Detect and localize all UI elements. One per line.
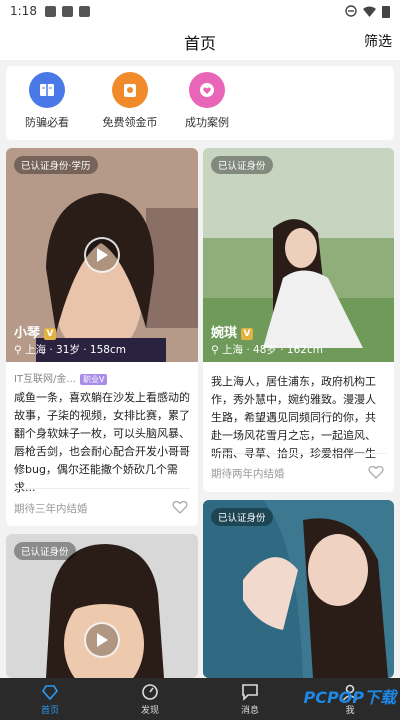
font-notification-icon (78, 5, 90, 17)
like-heart-icon[interactable] (172, 500, 188, 514)
heart-diamond-icon (42, 684, 58, 700)
marriage-expectation: 期待两年内结婚 (211, 468, 285, 480)
play-icon (97, 633, 108, 647)
profile-photo (203, 500, 394, 678)
like-heart-icon[interactable] (368, 465, 384, 479)
wifi-icon (363, 6, 376, 17)
play-video-button[interactable] (84, 622, 120, 658)
heart-bubble-icon (189, 72, 225, 108)
battery-icon (382, 5, 390, 18)
verified-badge: 已认证身份 (14, 542, 76, 560)
divider (14, 488, 190, 489)
quick-links-panel: 防骗必看 免费领金币 成功案例 (6, 66, 394, 140)
tab-label: 首页 (40, 705, 59, 716)
verified-badge: 已认证身份 (211, 156, 273, 174)
quick-link-anti-fraud[interactable]: 防骗必看 (2, 72, 92, 130)
play-icon (97, 248, 108, 262)
verified-badge: 已认证身份 (211, 508, 273, 526)
status-bar: 1:18 (0, 0, 400, 22)
profile-card[interactable]: 已认证身份·学历 小琴 V ⚲ 上海 · 31岁 · 158cm IT互联网/金.… (6, 148, 198, 526)
tab-label: 发现 (140, 705, 159, 716)
quick-link-label: 防骗必看 (25, 116, 69, 129)
verified-v-icon: V (44, 327, 57, 340)
profile-name: 小琴 V (14, 322, 57, 341)
page-title: 首页 (183, 34, 216, 53)
divider (211, 453, 386, 454)
book-icon (29, 72, 65, 108)
profile-meta: ⚲ 上海 · 48岁 · 162cm (211, 344, 323, 356)
profile-meta: ⚲ 上海 · 31岁 · 158cm (14, 344, 126, 356)
quick-link-label: 成功案例 (185, 116, 229, 129)
tab-messages[interactable]: 消息 (200, 678, 300, 720)
profile-card[interactable]: 已认证身份 (6, 534, 198, 678)
play-video-button[interactable] (84, 237, 120, 273)
profile-card[interactable]: 已认证身份 (203, 500, 394, 678)
profile-description: 我上海人，居住浦东，政府机构工作，秀外慧中，婉约雅致。漫漫人生路，希望遇见同频同… (211, 375, 376, 460)
tab-home[interactable]: 首页 (0, 678, 100, 720)
image-notification-icon (44, 5, 56, 17)
job-verified-tag: 职业V (79, 374, 108, 385)
tab-discover[interactable]: 发现 (100, 678, 200, 720)
tab-label: 消息 (240, 705, 259, 716)
quick-link-success-stories[interactable]: 成功案例 (162, 72, 252, 130)
filter-button[interactable]: 筛选 (364, 31, 392, 51)
profile-card[interactable]: 已认证身份 婉琪 V ⚲ 上海 · 48岁 · 162cm 我上海人，居住浦东，政… (203, 148, 394, 492)
profile-name: 婉琪 V (211, 322, 254, 341)
profile-job: IT互联网/金... 职业V (14, 370, 108, 385)
status-time: 1:18 (10, 4, 37, 18)
verified-v-icon: V (241, 327, 254, 340)
marriage-expectation: 期待三年内结婚 (14, 503, 88, 515)
dnd-icon (345, 5, 357, 17)
coin-bag-icon (112, 72, 148, 108)
app-header: 首页 筛选 (0, 22, 400, 60)
verified-badge: 已认证身份·学历 (14, 156, 98, 174)
grid-notification-icon (61, 5, 73, 17)
profile-description: 咸鱼一条，喜欢躺在沙发上看感动的故事，子柒的视频，女排比赛，累了翻个身软妹子一枚… (14, 391, 190, 494)
compass-icon (142, 683, 158, 700)
chat-icon (242, 683, 258, 701)
watermark-logo: PCPOP下载 (303, 688, 396, 707)
